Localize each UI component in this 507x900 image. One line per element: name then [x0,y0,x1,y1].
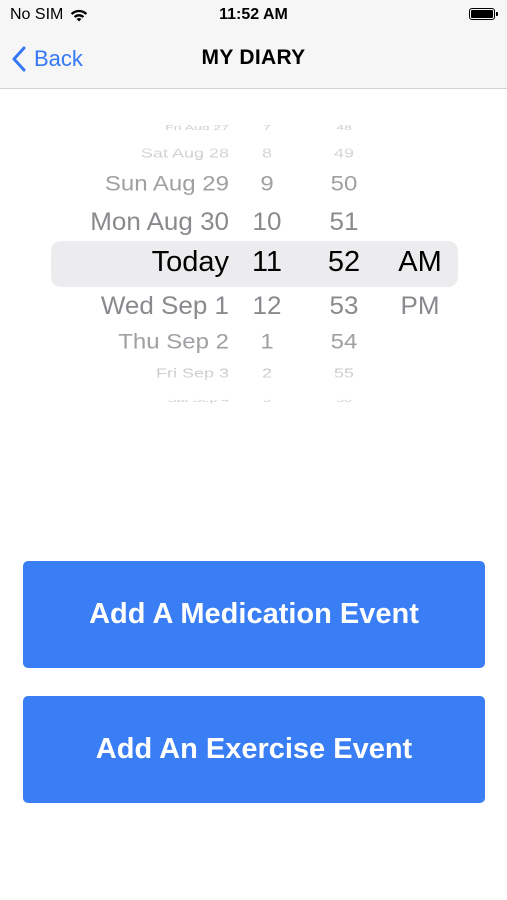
battery-icon [469,8,498,20]
picker-hour: 9 [260,171,274,196]
status-bar: No SIM 11:52 AM [0,0,507,30]
screen: No SIM 11:52 AM Back MY DIARY Fri Aug 27… [0,0,507,900]
picker-date: Wed Sep 1 [100,290,229,320]
picker-minute: 54 [330,329,358,354]
picker-minute: 52 [327,246,361,279]
picker-minute: 50 [330,171,358,196]
picker-hour: 10 [252,206,282,236]
add-medication-event-button[interactable]: Add A Medication Event [23,561,485,668]
page-title: MY DIARY [201,46,306,69]
battery-fill [471,10,493,18]
picker-ampm: PM [400,290,440,320]
picker-minute: 53 [329,290,359,320]
picker-minute: 51 [329,206,359,236]
picker-row[interactable]: Mon Aug 30 10 51 [0,206,507,238]
add-exercise-event-button[interactable]: Add An Exercise Event [23,696,485,803]
picker-row[interactable]: Thu Sep 2 1 54 [0,330,507,357]
picker-date: Mon Aug 30 [90,206,229,236]
picker-date: Sun Aug 29 [104,171,229,196]
battery-tip [496,12,498,16]
picker-date: Thu Sep 2 [118,329,229,354]
picker-row[interactable]: Wed Sep 1 12 53 PM [0,290,507,322]
picker-hour: 1 [260,329,274,354]
picker-hour: 12 [252,290,282,320]
picker-ampm: AM [398,246,442,279]
picker-hour: 11 [251,246,283,279]
status-time: 11:52 AM [219,6,288,23]
nav-bar: Back MY DIARY [0,30,507,89]
picker-fade-bottom [0,360,507,400]
picker-row[interactable]: Sun Aug 29 9 50 [0,172,507,199]
picker-fade-top [0,130,507,170]
picker-row-selected[interactable]: Today 11 52 AM [0,246,507,282]
picker-date: Today [151,246,229,279]
date-time-picker[interactable]: Fri Aug 27748Sat Aug 28849Sun Aug 29950M… [0,124,507,404]
